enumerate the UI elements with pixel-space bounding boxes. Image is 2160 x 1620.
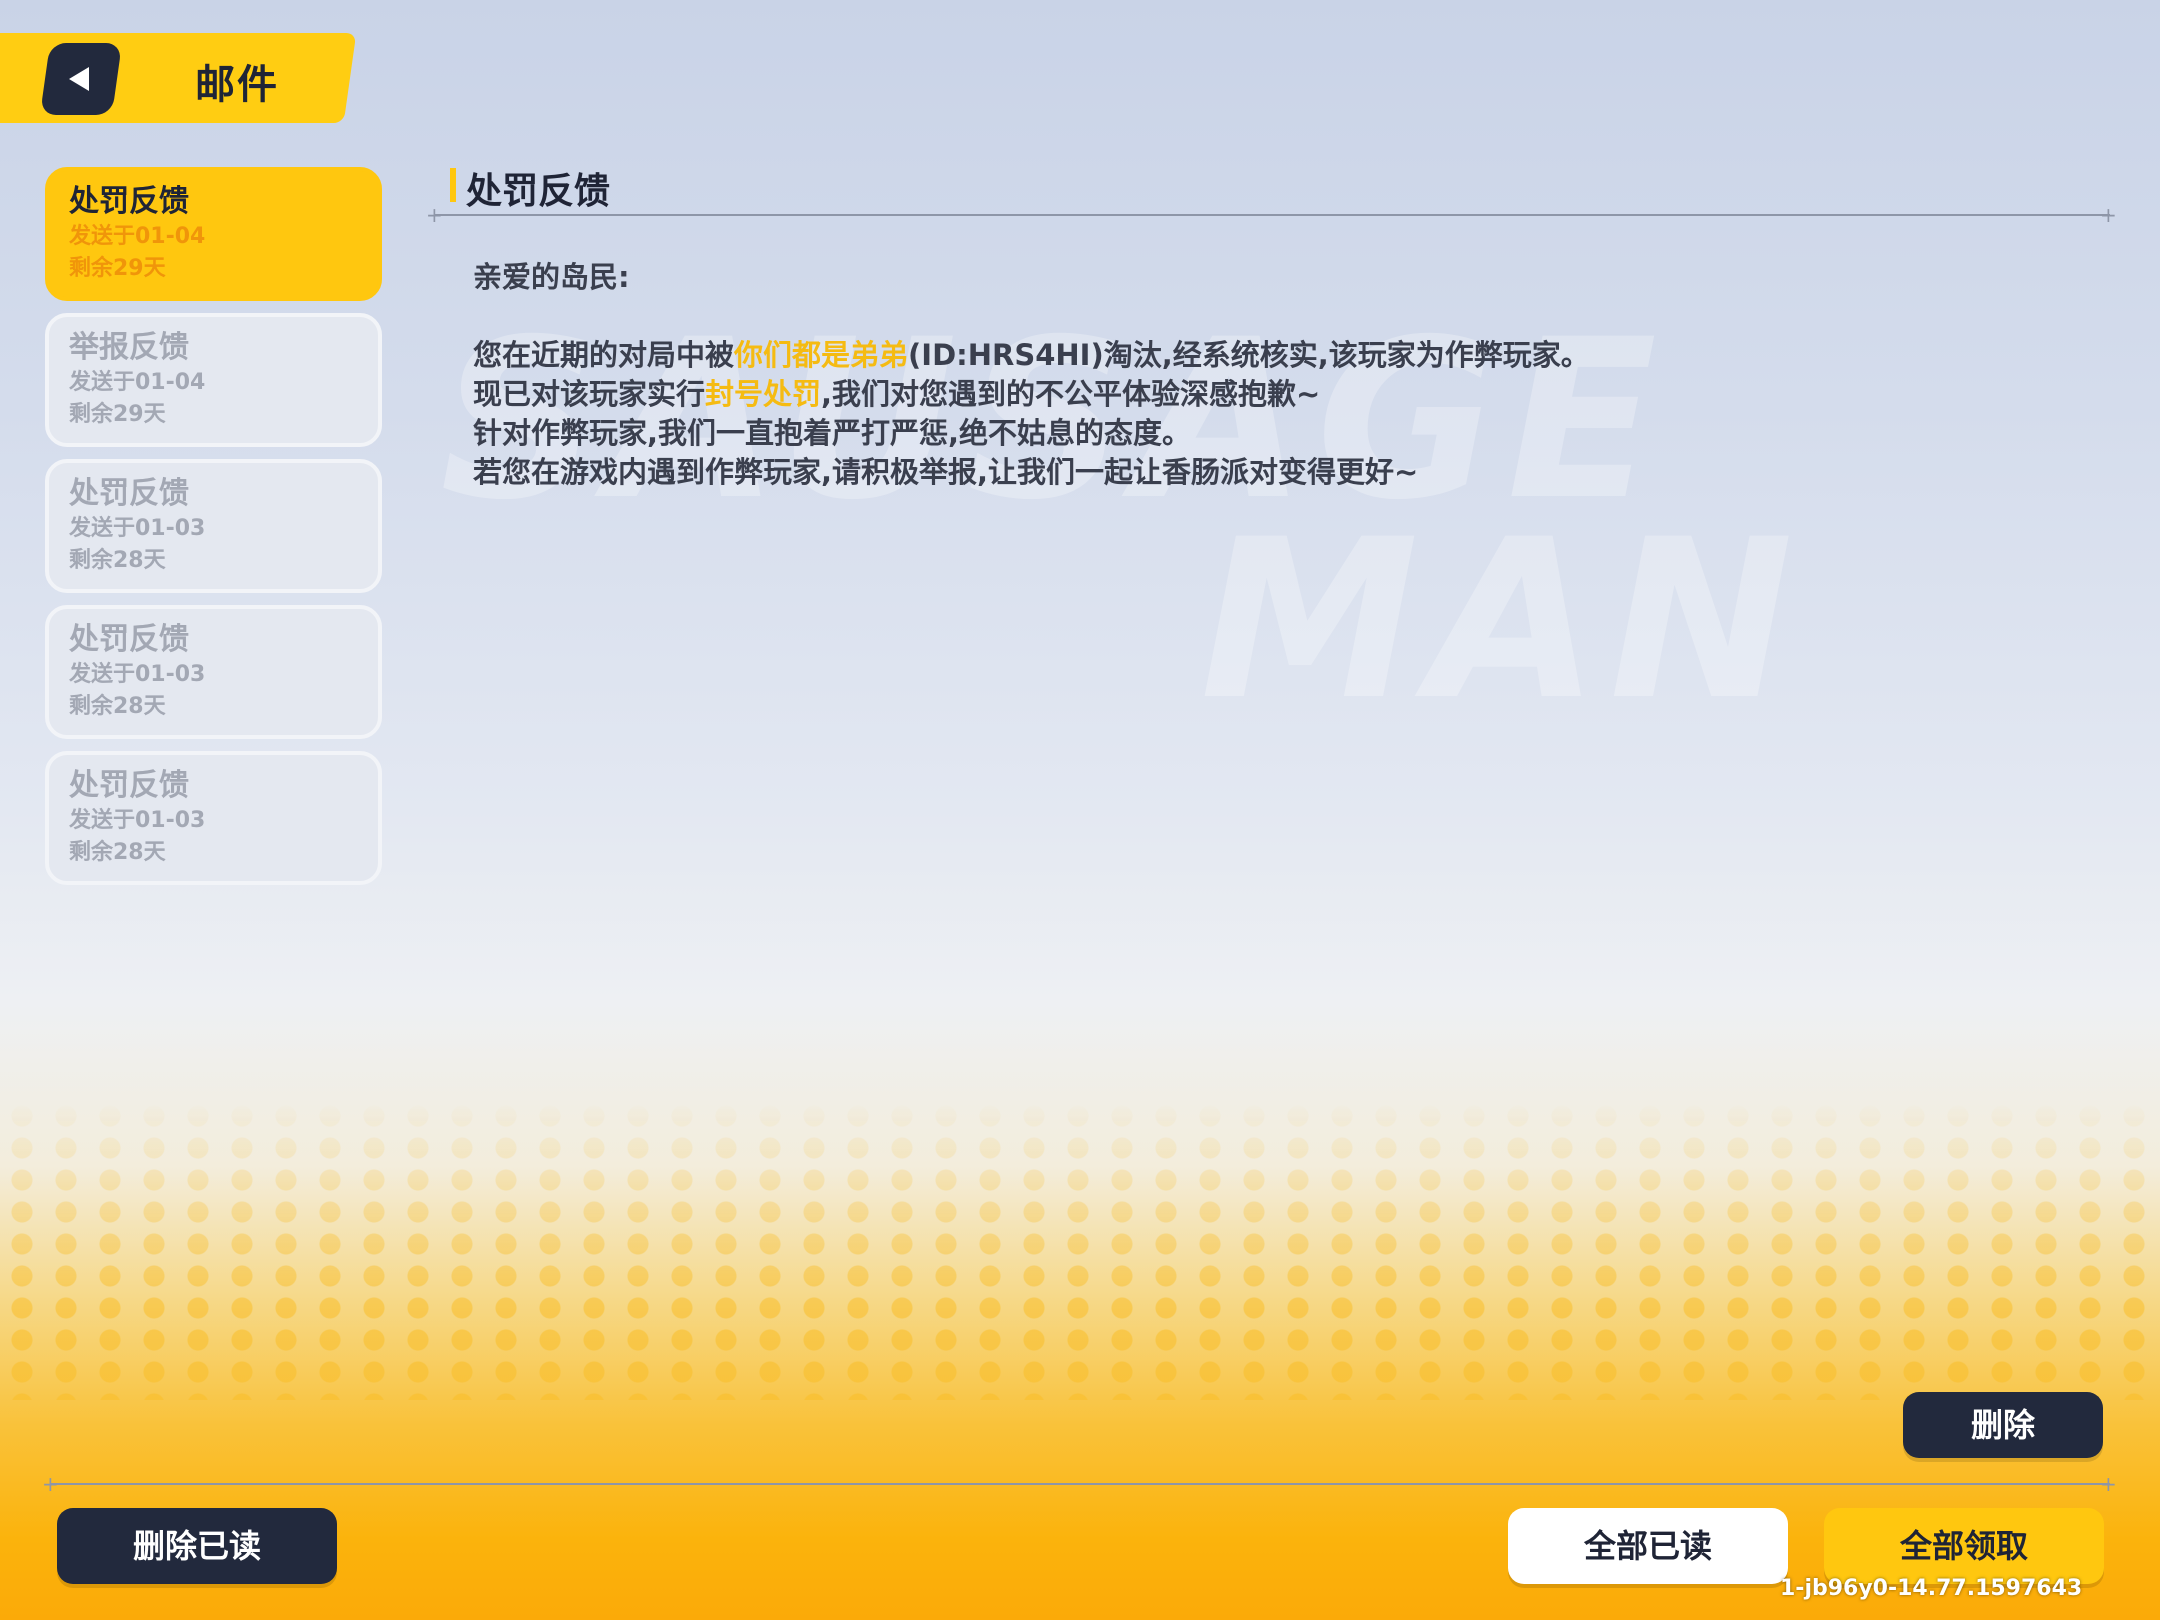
- mail-remaining-days: 剩余29天: [69, 256, 166, 281]
- mail-sent-date: 发送于01-04: [69, 370, 206, 395]
- halftone-background: [0, 1100, 2160, 1400]
- mail-line: 现已对该玩家实行封号处罚,我们对您遇到的不公平体验深感抱歉~: [473, 377, 1321, 411]
- mark-all-read-button[interactable]: 全部已读: [1508, 1508, 1788, 1584]
- mail-greeting: 亲爱的岛民:: [473, 260, 630, 294]
- divider-top: [434, 214, 2110, 216]
- mail-remaining-days: 剩余29天: [69, 402, 166, 427]
- mail-title: 处罚反馈: [69, 622, 189, 657]
- back-arrow-icon: [69, 67, 89, 91]
- mail-list-item[interactable]: 处罚反馈 发送于01-03 剩余28天: [45, 751, 382, 885]
- back-button[interactable]: [39, 43, 123, 115]
- claim-all-button[interactable]: 全部领取: [1824, 1508, 2104, 1584]
- mail-line: 您在近期的对局中被你们都是弟弟(ID:HRS4HI)淘汰,经系统核实,该玩家为作…: [473, 338, 1590, 372]
- mail-remaining-days: 剩余28天: [69, 694, 166, 719]
- mail-sent-date: 发送于01-04: [69, 224, 206, 249]
- divider-bottom: [50, 1483, 2110, 1485]
- title-accent-bar: [450, 168, 456, 202]
- plus-mark-icon: +: [2100, 203, 2117, 227]
- mail-remaining-days: 剩余28天: [69, 840, 166, 865]
- mail-list-item[interactable]: 处罚反馈 发送于01-03 剩余28天: [45, 459, 382, 593]
- plus-mark-icon: +: [2100, 1472, 2117, 1496]
- plus-mark-icon: +: [42, 1472, 59, 1496]
- mail-list-item[interactable]: 处罚反馈 发送于01-04 剩余29天: [45, 167, 382, 301]
- mail-line: 若您在游戏内遇到作弊玩家,请积极举报,让我们一起让香肠派对变得更好~: [473, 455, 1419, 489]
- plus-mark-icon: +: [426, 203, 443, 227]
- mail-list: 处罚反馈 发送于01-04 剩余29天 举报反馈 发送于01-04 剩余29天 …: [45, 167, 382, 897]
- page-title: 邮件: [195, 62, 279, 108]
- mail-list-item[interactable]: 处罚反馈 发送于01-03 剩余28天: [45, 605, 382, 739]
- version-string: 1-jb96y0-14.77.1597643: [1780, 1576, 2083, 1601]
- mail-list-item[interactable]: 举报反馈 发送于01-04 剩余29天: [45, 313, 382, 447]
- mail-title: 举报反馈: [69, 330, 189, 365]
- mail-title: 处罚反馈: [69, 768, 189, 803]
- mail-title: 处罚反馈: [69, 476, 189, 511]
- delete-read-button[interactable]: 删除已读: [57, 1508, 337, 1584]
- mail-detail-title: 处罚反馈: [466, 171, 611, 212]
- mail-sent-date: 发送于01-03: [69, 662, 206, 687]
- mail-line: 针对作弊玩家,我们一直抱着严打严惩,绝不姑息的态度。: [473, 416, 1192, 450]
- mail-sent-date: 发送于01-03: [69, 808, 206, 833]
- mail-title: 处罚反馈: [69, 184, 189, 219]
- mail-sent-date: 发送于01-03: [69, 516, 206, 541]
- mail-remaining-days: 剩余28天: [69, 548, 166, 573]
- penalty-highlight: 封号处罚: [705, 377, 822, 411]
- mail-body: 亲爱的岛民: 您在近期的对局中被你们都是弟弟(ID:HRS4HI)淘汰,经系统核…: [473, 258, 2073, 492]
- delete-button[interactable]: 删除: [1903, 1392, 2103, 1458]
- player-name-highlight: 你们都是弟弟: [734, 338, 909, 372]
